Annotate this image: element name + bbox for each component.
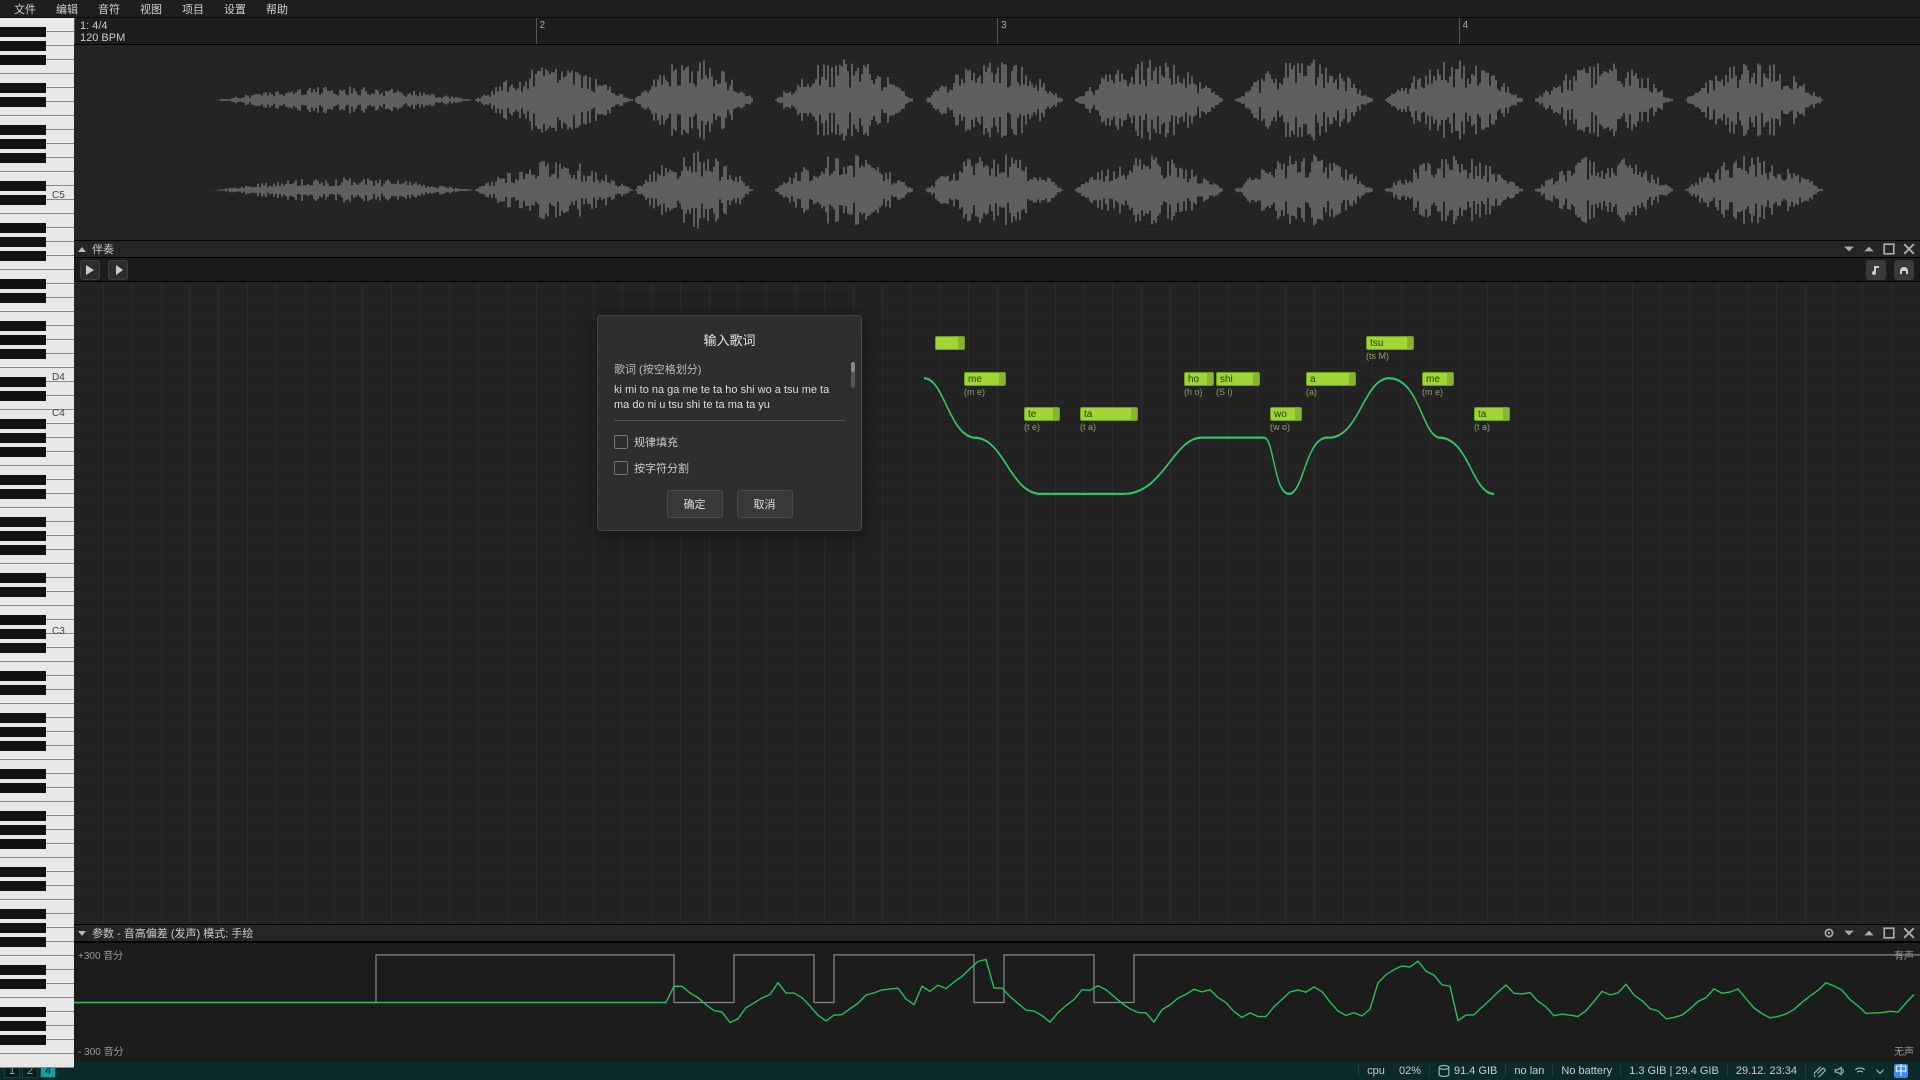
cpu-widget: cpu 02% xyxy=(1358,1065,1429,1077)
transport-bar xyxy=(74,258,1920,282)
menu-文件[interactable]: 文件 xyxy=(4,0,46,18)
menu-帮助[interactable]: 帮助 xyxy=(256,0,298,18)
checkbox-regular-fill[interactable]: 规律填充 xyxy=(614,434,845,450)
attach-icon[interactable] xyxy=(1814,1065,1826,1077)
phoneme-label: (m e) xyxy=(964,387,985,397)
menu-bar: 文件编辑音符视图项目设置帮助 xyxy=(0,0,1920,18)
note[interactable]: me xyxy=(964,372,1006,386)
strip-close-icon[interactable] xyxy=(1902,242,1916,256)
collapse-icon[interactable] xyxy=(78,247,86,252)
strip-maximize-icon[interactable] xyxy=(1882,242,1896,256)
phoneme-label: (h o) xyxy=(1184,387,1203,397)
note[interactable]: ho xyxy=(1184,372,1214,386)
dialog-title: 输入歌词 xyxy=(614,330,845,349)
clock-widget: 29.12. 23:34 xyxy=(1727,1065,1805,1077)
caret-icon[interactable] xyxy=(1874,1065,1886,1077)
phoneme-label: (w o) xyxy=(1270,422,1290,432)
piano-keyboard[interactable]: C5D4C4C3 xyxy=(0,18,74,1062)
menu-设置[interactable]: 设置 xyxy=(214,0,256,18)
note[interactable]: me xyxy=(1422,372,1454,386)
content-column: 1: 4/4 120 BPM 2345 伴奏 me(m e) xyxy=(74,18,1920,1062)
strip-caret-down-icon[interactable] xyxy=(1842,926,1856,940)
params-title: 参数 - 音高偏差 (发声) 模式: 手绘 xyxy=(92,925,253,941)
disk-widget: 91.4 GIB xyxy=(1429,1065,1505,1077)
battery-widget: No battery xyxy=(1552,1065,1620,1077)
strip-close-icon[interactable] xyxy=(1902,926,1916,940)
params-panel[interactable]: +300 音分 - 300 音分 有声 无声 xyxy=(74,942,1920,1062)
note[interactable] xyxy=(935,336,965,350)
phoneme-label: (t a) xyxy=(1080,422,1096,432)
menu-项目[interactable]: 项目 xyxy=(172,0,214,18)
note[interactable]: tsu xyxy=(1366,336,1414,350)
phoneme-label: (a) xyxy=(1306,387,1317,397)
track-title: 伴奏 xyxy=(92,241,114,257)
checkbox-split-by-char[interactable]: 按字符分割 xyxy=(614,460,845,476)
note[interactable]: a xyxy=(1306,372,1356,386)
cancel-button[interactable]: 取消 xyxy=(737,490,793,518)
input-method-icon[interactable]: 中 xyxy=(1894,1064,1908,1078)
note[interactable]: ta xyxy=(1474,407,1510,421)
menu-视图[interactable]: 视图 xyxy=(130,0,172,18)
svg-text:中: 中 xyxy=(1895,1064,1908,1078)
play-from-cursor-button[interactable] xyxy=(108,260,128,280)
headphones-icon[interactable] xyxy=(1894,260,1914,280)
lyrics-textarea[interactable] xyxy=(614,381,845,421)
desktop-taskbar: 124 cpu 02% 91.4 GIB no lan No battery 1… xyxy=(0,1062,1920,1080)
menu-编辑[interactable]: 编辑 xyxy=(46,0,88,18)
ok-button[interactable]: 确定 xyxy=(667,490,723,518)
phoneme-label: (S i) xyxy=(1216,387,1233,397)
phoneme-label: (ts M) xyxy=(1366,351,1389,361)
timeline-ruler[interactable]: 1: 4/4 120 BPM 2345 xyxy=(74,18,1920,45)
note[interactable]: shi xyxy=(1216,372,1260,386)
dialog-field-label: 歌词 (按空格划分) xyxy=(614,361,845,377)
strip-maximize-icon[interactable] xyxy=(1882,926,1896,940)
note[interactable]: te xyxy=(1024,407,1060,421)
note[interactable]: wo xyxy=(1270,407,1302,421)
note[interactable]: ta xyxy=(1080,407,1138,421)
memory-widget: 1.3 GIB | 29.4 GIB xyxy=(1620,1065,1727,1077)
textarea-scrollbar[interactable] xyxy=(851,362,855,388)
main-editor: C5D4C4C3 1: 4/4 120 BPM 2345 伴奏 xyxy=(0,18,1920,1062)
phoneme-label: (t a) xyxy=(1474,422,1490,432)
strip-caret-down-icon[interactable] xyxy=(1842,242,1856,256)
strip-caret-up-icon[interactable] xyxy=(1862,242,1876,256)
piano-roll[interactable]: me(m e)te(t e)ta(t a)ho(h o)shi(S i)wo(w… xyxy=(74,282,1920,924)
strip-caret-up-icon[interactable] xyxy=(1862,926,1876,940)
lyrics-dialog: 输入歌词 歌词 (按空格划分) 规律填充 按字符分割 确定 取消 xyxy=(597,315,862,531)
strip-target-icon[interactable] xyxy=(1822,926,1836,940)
collapse-icon[interactable] xyxy=(78,931,86,936)
tempo: 120 BPM xyxy=(80,32,125,44)
phoneme-label: (m e) xyxy=(1422,387,1443,397)
phoneme-label: (t e) xyxy=(1024,422,1040,432)
params-strip: 参数 - 音高偏差 (发声) 模式: 手绘 xyxy=(74,924,1920,942)
play-button[interactable] xyxy=(80,260,100,280)
time-signature: 1: 4/4 xyxy=(80,20,108,32)
volume-icon[interactable] xyxy=(1834,1065,1846,1077)
wifi-icon[interactable] xyxy=(1854,1065,1866,1077)
music-note-icon[interactable] xyxy=(1866,260,1886,280)
network-widget: no lan xyxy=(1505,1065,1552,1077)
waveform-panel[interactable] xyxy=(74,45,1920,240)
menu-音符[interactable]: 音符 xyxy=(88,0,130,18)
accompaniment-strip: 伴奏 xyxy=(74,240,1920,258)
waveform-svg xyxy=(74,45,1920,240)
params-svg xyxy=(74,943,1920,1062)
